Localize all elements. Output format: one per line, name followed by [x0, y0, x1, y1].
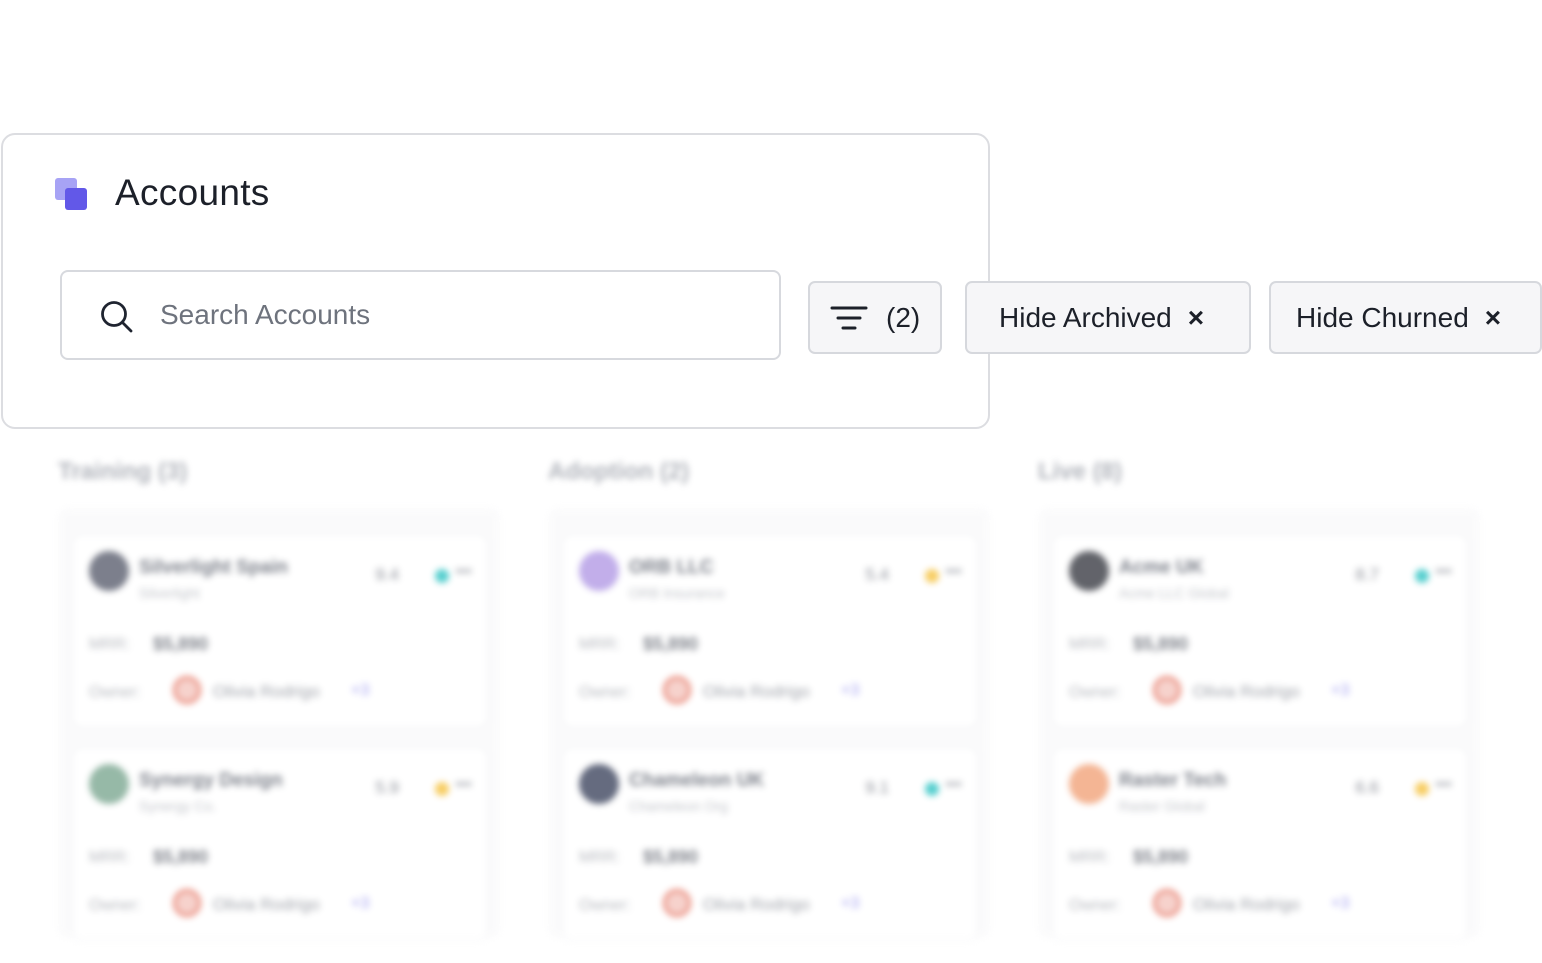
filter-icon: [830, 306, 868, 329]
account-name: Acme UK: [1119, 557, 1204, 578]
account-name: Raster Tech: [1119, 770, 1227, 791]
owner-name: Olivia Rodrigo: [1193, 682, 1300, 701]
column-title-adoption: Adoption (2): [548, 458, 690, 485]
filter-count: (2): [886, 301, 921, 333]
account-subtitle: Acme LLC Global: [1119, 585, 1229, 601]
mrr-value: $5,890: [1133, 634, 1189, 654]
owner-avatar: [173, 676, 201, 704]
health-score: 9.4: [375, 565, 399, 584]
mrr-label: MRR:: [89, 849, 130, 866]
account-name: Silverlight Spain: [139, 557, 288, 578]
mrr-label: MRR:: [579, 636, 620, 653]
page-title: Accounts: [115, 172, 270, 213]
health-score: 9.1: [865, 778, 889, 797]
health-score: 8.7: [1355, 565, 1379, 584]
account-subtitle: Raster Global: [1119, 798, 1205, 814]
filter-chip-hide-archived[interactable]: Hide Archived ×: [965, 281, 1251, 354]
owner-more: +3: [841, 682, 860, 699]
owner-name: Olivia Rodrigo: [213, 682, 320, 701]
accounts-app-icon: [55, 178, 89, 212]
mrr-label: MRR:: [89, 636, 130, 653]
health-dot: [435, 782, 449, 796]
account-card[interactable]: Raster Tech Raster Global 6.6 ••• MRR: $…: [1052, 747, 1468, 941]
more-options-icon[interactable]: •••: [455, 774, 472, 795]
account-subtitle: Synergy Co.: [139, 798, 217, 814]
account-logo: [89, 551, 129, 591]
account-card[interactable]: Synergy Design Synergy Co. 5.9 ••• MRR: …: [72, 747, 488, 941]
health-dot: [925, 569, 939, 583]
filter-chip-label: Hide Archived: [999, 301, 1172, 333]
owner-more: +3: [351, 895, 370, 912]
filter-button[interactable]: (2): [808, 281, 942, 354]
mrr-label: MRR:: [579, 849, 620, 866]
filter-chip-label: Hide Churned: [1296, 301, 1469, 333]
owner-label: Owner:: [89, 897, 141, 914]
mrr-value: $5,890: [643, 847, 699, 867]
mrr-label: MRR:: [1069, 636, 1110, 653]
health-dot: [435, 569, 449, 583]
owner-label: Owner:: [89, 684, 141, 701]
owner-label: Owner:: [579, 897, 631, 914]
owner-more: +3: [1331, 682, 1350, 699]
close-icon[interactable]: ×: [1188, 303, 1204, 332]
account-name: Chameleon UK: [629, 770, 765, 791]
health-score: 5.4: [865, 565, 889, 584]
account-subtitle: ORB Insurance: [629, 585, 725, 601]
mrr-value: $5,890: [153, 847, 209, 867]
owner-avatar: [663, 676, 691, 704]
account-logo: [1069, 764, 1109, 804]
owner-name: Olivia Rodrigo: [703, 682, 810, 701]
owner-label: Owner:: [1069, 684, 1121, 701]
search-icon: [101, 301, 133, 333]
more-options-icon[interactable]: •••: [945, 561, 962, 582]
account-logo: [1069, 551, 1109, 591]
account-logo: [579, 551, 619, 591]
account-subtitle: Chameleon Org: [629, 798, 728, 814]
health-dot: [1415, 782, 1429, 796]
account-card[interactable]: ORB LLC ORB Insurance 5.4 ••• MRR: $5,89…: [562, 534, 978, 728]
column-title-training: Training (3): [58, 458, 188, 485]
owner-more: +3: [351, 682, 370, 699]
owner-avatar: [663, 889, 691, 917]
search-box[interactable]: [60, 270, 781, 360]
owner-name: Olivia Rodrigo: [1193, 895, 1300, 914]
owner-label: Owner:: [579, 684, 631, 701]
account-name: ORB LLC: [629, 557, 714, 578]
owner-label: Owner:: [1069, 897, 1121, 914]
owner-name: Olivia Rodrigo: [703, 895, 810, 914]
owner-avatar: [1153, 889, 1181, 917]
more-options-icon[interactable]: •••: [1435, 561, 1452, 582]
owner-avatar: [1153, 676, 1181, 704]
account-card[interactable]: Chameleon UK Chameleon Org 9.1 ••• MRR: …: [562, 747, 978, 941]
account-logo: [579, 764, 619, 804]
mrr-value: $5,890: [643, 634, 699, 654]
health-score: 5.9: [375, 778, 399, 797]
close-icon[interactable]: ×: [1485, 303, 1501, 332]
mrr-value: $5,890: [153, 634, 209, 654]
mrr-value: $5,890: [1133, 847, 1189, 867]
owner-more: +3: [841, 895, 860, 912]
filter-chip-hide-churned[interactable]: Hide Churned ×: [1269, 281, 1542, 354]
account-card[interactable]: Acme UK Acme LLC Global 8.7 ••• MRR: $5,…: [1052, 534, 1468, 728]
search-input[interactable]: [160, 292, 740, 338]
owner-avatar: [173, 889, 201, 917]
column-title-live: Live (8): [1038, 458, 1123, 485]
mrr-label: MRR:: [1069, 849, 1110, 866]
owner-more: +3: [1331, 895, 1350, 912]
account-logo: [89, 764, 129, 804]
account-card[interactable]: Silverlight Spain Silverlight 9.4 ••• MR…: [72, 534, 488, 728]
health-score: 6.6: [1355, 778, 1379, 797]
health-dot: [1415, 569, 1429, 583]
owner-name: Olivia Rodrigo: [213, 895, 320, 914]
more-options-icon[interactable]: •••: [1435, 774, 1452, 795]
more-options-icon[interactable]: •••: [455, 561, 472, 582]
more-options-icon[interactable]: •••: [945, 774, 962, 795]
account-subtitle: Silverlight: [139, 585, 200, 601]
health-dot: [925, 782, 939, 796]
account-name: Synergy Design: [139, 770, 283, 791]
